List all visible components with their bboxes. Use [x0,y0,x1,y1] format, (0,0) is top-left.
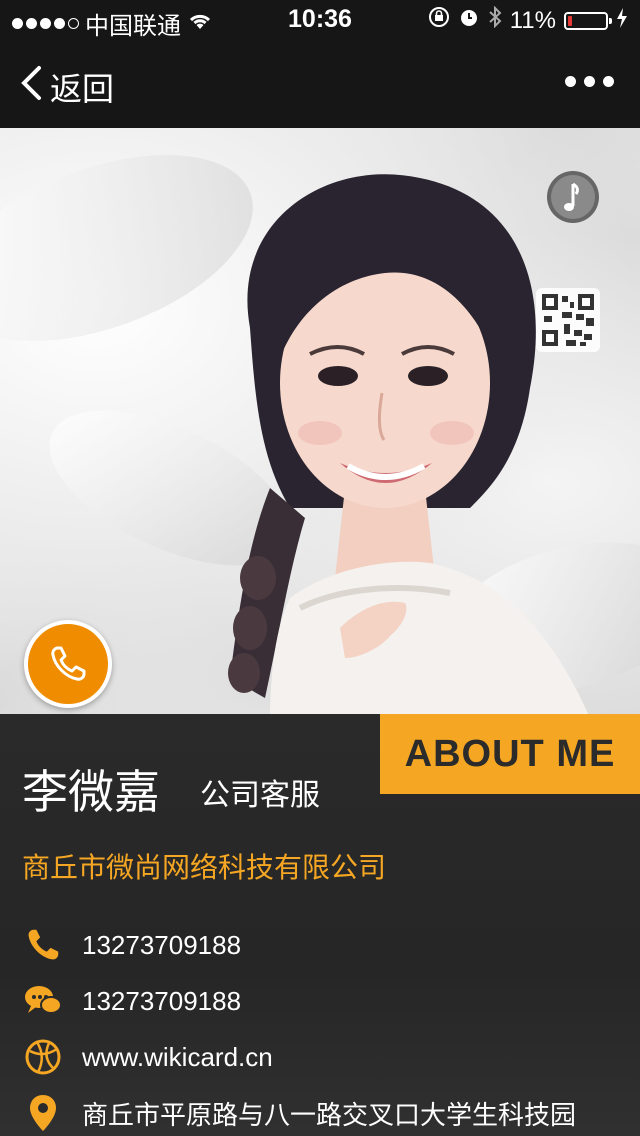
call-button[interactable] [24,620,112,708]
contact-info-panel: ABOUT ME 李微嘉 公司客服 商丘市微尚网络科技有限公司 13273709… [0,714,640,1136]
location-pin-icon [22,1092,64,1134]
orientation-lock-icon [428,6,450,35]
profile-photo [0,128,640,714]
job-title: 公司客服 [200,779,320,812]
nav-bar: 返回 [0,40,640,128]
battery-icon [564,11,612,30]
phone-icon [51,646,86,681]
website-url: www.wikicard.cn [82,1041,273,1072]
back-label: 返回 [50,71,115,107]
music-note-icon [547,171,599,223]
status-right: 11% [428,5,628,35]
more-options-button[interactable] [565,76,614,87]
phone-row[interactable]: 13273709188 [22,924,241,966]
music-toggle-button[interactable] [546,170,600,224]
about-me-button[interactable]: ABOUT ME [380,714,640,794]
chevron-left-icon [20,65,42,109]
company-name: 商丘市微尚网络科技有限公司 [22,852,387,883]
wechat-id: 13273709188 [82,985,242,1016]
person-name: 李微嘉 [22,766,160,818]
bluetooth-icon [488,5,502,35]
status-bar: 中国联通 10:36 11% [0,0,640,40]
battery-percent: 11% [509,6,556,34]
chat-bubbles-icon [22,980,64,1022]
alarm-icon [458,6,480,35]
globe-icon [22,1036,64,1078]
qr-code-button[interactable] [536,288,600,352]
address-text: 商丘市平原路与八一路交叉口大学生科技园 [82,1099,577,1130]
charging-icon [616,7,628,35]
website-row[interactable]: www.wikicard.cn [22,1036,273,1078]
address-row[interactable]: 商丘市平原路与八一路交叉口大学生科技园 [22,1092,576,1134]
wechat-row[interactable]: 13273709188 [22,980,241,1022]
back-button[interactable]: 返回 [20,64,114,110]
qr-code-icon [542,294,594,346]
phone-icon [22,924,64,966]
portrait-illustration [228,174,589,714]
phone-number: 13273709188 [82,929,242,960]
